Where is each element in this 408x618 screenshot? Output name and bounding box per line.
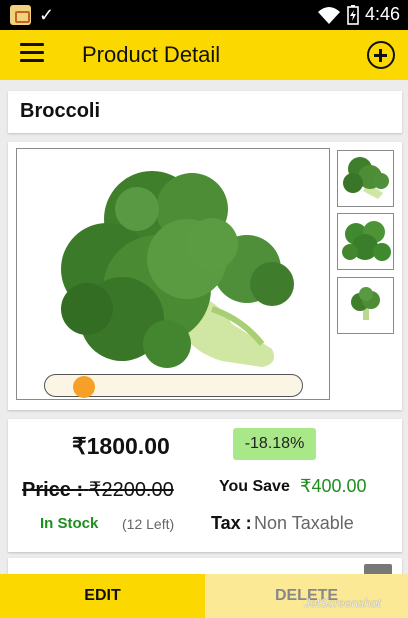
app-notification-icon <box>10 5 31 25</box>
product-main-image[interactable] <box>16 148 330 400</box>
tax-label: Tax : <box>211 513 252 533</box>
original-price-value: ₹2200.00 <box>88 479 174 501</box>
image-slider[interactable] <box>44 374 303 398</box>
pricing-card: ₹1800.00 -18.18% Price : ₹2200.00 You Sa… <box>8 419 402 552</box>
slider-knob[interactable] <box>73 376 95 398</box>
page-title: Product Detail <box>82 42 221 67</box>
status-bar: ✓ 4:46 <box>0 0 408 30</box>
broccoli-thumbnail-icon <box>342 221 391 261</box>
product-name-card: Broccoli <box>8 91 402 133</box>
original-price: Price : ₹2200.00 <box>22 477 174 502</box>
broccoli-image <box>61 171 294 368</box>
menu-icon[interactable] <box>20 43 44 65</box>
stock-status: In Stock <box>40 515 99 532</box>
broccoli-thumbnail-icon <box>343 157 389 199</box>
selling-price: ₹1800.00 <box>72 433 170 459</box>
product-name: Broccoli <box>20 100 101 122</box>
tax-value: Non Taxable <box>254 513 354 533</box>
app-bar: Product Detail <box>0 30 408 80</box>
watermark-text: JetScreenshot <box>304 596 381 610</box>
wifi-icon <box>317 6 340 24</box>
discount-badge: -18.18% <box>233 428 316 460</box>
you-save-label: You Save <box>219 478 290 495</box>
broccoli-thumbnail-icon <box>351 287 380 320</box>
you-save-value: ₹400.00 <box>300 476 367 496</box>
add-circle-icon[interactable] <box>367 41 395 69</box>
stock-count: (12 Left) <box>122 516 175 532</box>
original-price-label: Price : <box>22 479 84 501</box>
thumbnail-image-2[interactable] <box>337 213 394 270</box>
thumbnail-image-1[interactable] <box>337 150 394 207</box>
edit-button[interactable]: EDIT <box>0 574 205 618</box>
status-time: 4:46 <box>364 4 400 24</box>
thumbnail-image-3[interactable] <box>337 277 394 334</box>
product-image-card <box>8 142 402 410</box>
check-notification-icon: ✓ <box>39 5 55 25</box>
battery-icon <box>347 4 359 25</box>
